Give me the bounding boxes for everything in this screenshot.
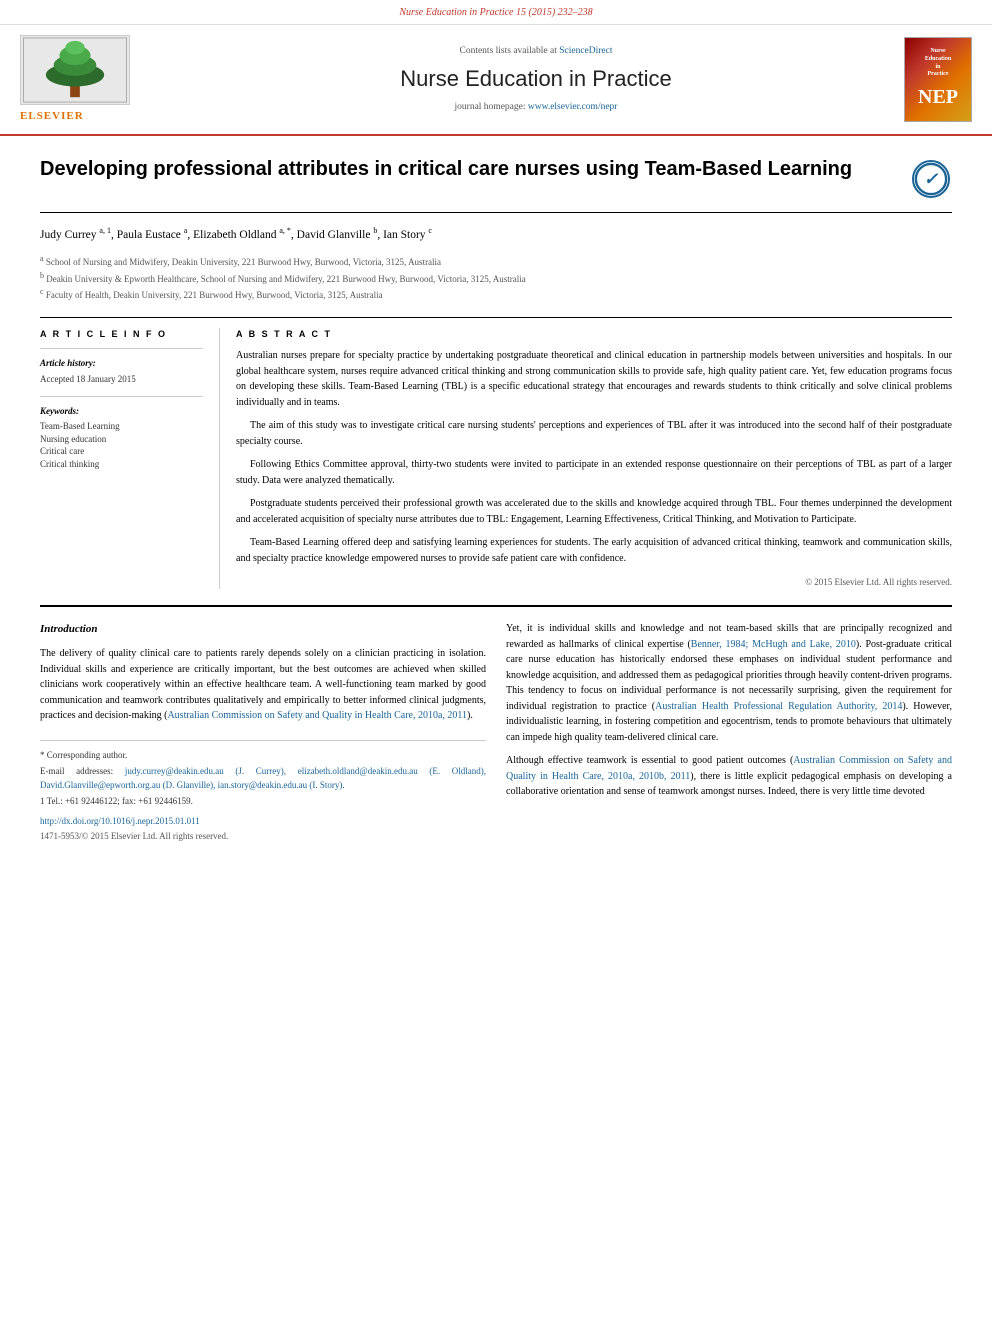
body-left-col: Introduction The delivery of quality cli… [40, 621, 486, 844]
crossmark-badge: ✓ [912, 160, 952, 200]
email-label: E-mail addresses: judy.currey@deakin.edu… [40, 765, 486, 792]
ref-acsqhc-2[interactable]: Australian Commission on Safety and Qual… [506, 755, 952, 782]
issn-line: 1471-5953/© 2015 Elsevier Ltd. All right… [40, 830, 486, 844]
abstract-para-4: Postgraduate students perceived their pr… [236, 496, 952, 527]
article-main: Developing professional attributes in cr… [0, 136, 992, 863]
ai-divider-1 [40, 348, 203, 349]
crossmark-icon: ✓ [912, 160, 950, 198]
keywords-label: Keywords: [40, 405, 203, 418]
elsevier-wordmark: ELSEVIER [20, 109, 84, 124]
keyword-critical-care: Critical care [40, 445, 203, 458]
ref-link-1[interactable]: Australian Commission on Safety and Qual… [167, 710, 467, 721]
elsevier-tree-graphic [20, 35, 130, 105]
ref-benner[interactable]: Benner, 1984; McHugh and Lake, 2010 [691, 639, 856, 650]
intro-para-1: The delivery of quality clinical care to… [40, 646, 486, 724]
affiliation-b: b Deakin University & Epworth Healthcare… [40, 270, 952, 287]
right-para-2: Although effective teamwork is essential… [506, 753, 952, 800]
keywords-list: Team-Based Learning Nursing education Cr… [40, 420, 203, 470]
abstract-para-1: Australian nurses prepare for specialty … [236, 348, 952, 410]
elsevier-branding: ELSEVIER [20, 35, 180, 124]
contents-line: Contents lists available at ScienceDirec… [180, 45, 892, 58]
accepted-date: Accepted 18 January 2015 [40, 373, 203, 386]
elsevier-logo: ELSEVIER [20, 35, 180, 124]
keyword-nursing-ed: Nursing education [40, 433, 203, 446]
affiliation-c: c Faculty of Health, Deakin University, … [40, 286, 952, 303]
journal-cover-thumbnail: NurseEducationinPractice NEP [904, 37, 972, 122]
footnote-1: 1 Tel.: +61 92446122; fax: +61 92446159. [40, 795, 486, 809]
cover-initials: NEP [918, 83, 958, 111]
svg-text:✓: ✓ [924, 170, 939, 189]
info-abstract-wrapper: A R T I C L E I N F O Article history: A… [40, 317, 952, 589]
introduction-title: Introduction [40, 621, 486, 638]
footnote-area: * Corresponding author. E-mail addresses… [40, 740, 486, 844]
ref-ahpra[interactable]: Australian Health Professional Regulatio… [655, 701, 902, 712]
homepage-link[interactable]: www.elsevier.com/nepr [528, 102, 618, 112]
ai-divider-2 [40, 396, 203, 397]
authors-line: Judy Currey a, 1, Paula Eustace a, Eliza… [40, 225, 952, 243]
article-info-column: A R T I C L E I N F O Article history: A… [40, 328, 220, 589]
affiliations: a School of Nursing and Midwifery, Deaki… [40, 253, 952, 303]
abstract-title: A B S T R A C T [236, 328, 952, 341]
cover-title: NurseEducationinPractice [925, 48, 951, 79]
journal-homepage-line: journal homepage: www.elsevier.com/nepr [180, 101, 892, 114]
abstract-column: A B S T R A C T Australian nurses prepar… [220, 328, 952, 589]
journal-header: ELSEVIER Contents lists available at Sci… [0, 25, 992, 136]
abstract-para-3: Following Ethics Committee approval, thi… [236, 457, 952, 488]
keyword-critical-thinking: Critical thinking [40, 458, 203, 471]
keyword-tbl: Team-Based Learning [40, 420, 203, 433]
body-right-col: Yet, it is individual skills and knowled… [506, 621, 952, 844]
article-history-label: Article history: [40, 357, 203, 370]
citation-bar: Nurse Education in Practice 15 (2015) 23… [0, 0, 992, 25]
copyright-line: © 2015 Elsevier Ltd. All rights reserved… [236, 576, 952, 589]
body-text-right: Yet, it is individual skills and knowled… [506, 621, 952, 800]
article-title-section: Developing professional attributes in cr… [40, 156, 952, 213]
body-text-left: The delivery of quality clinical care to… [40, 646, 486, 724]
corresponding-note: * Corresponding author. [40, 749, 486, 763]
doi-link[interactable]: http://dx.doi.org/10.1016/j.nepr.2015.01… [40, 815, 486, 829]
abstract-para-5: Team-Based Learning offered deep and sat… [236, 535, 952, 566]
affiliation-a: a School of Nursing and Midwifery, Deaki… [40, 253, 952, 270]
section-divider [40, 605, 952, 607]
citation-text: Nurse Education in Practice 15 (2015) 23… [399, 7, 592, 18]
right-para-1: Yet, it is individual skills and knowled… [506, 621, 952, 745]
abstract-para-2: The aim of this study was to investigate… [236, 418, 952, 449]
journal-cover-thumb-container: NurseEducationinPractice NEP [892, 37, 972, 122]
body-two-col: Introduction The delivery of quality cli… [40, 621, 952, 844]
article-title: Developing professional attributes in cr… [40, 156, 892, 183]
journal-header-center: Contents lists available at ScienceDirec… [180, 45, 892, 114]
sciencedirect-link[interactable]: ScienceDirect [559, 46, 612, 56]
article-info-title: A R T I C L E I N F O [40, 328, 203, 341]
journal-title: Nurse Education in Practice [180, 64, 892, 95]
abstract-text: Australian nurses prepare for specialty … [236, 348, 952, 566]
